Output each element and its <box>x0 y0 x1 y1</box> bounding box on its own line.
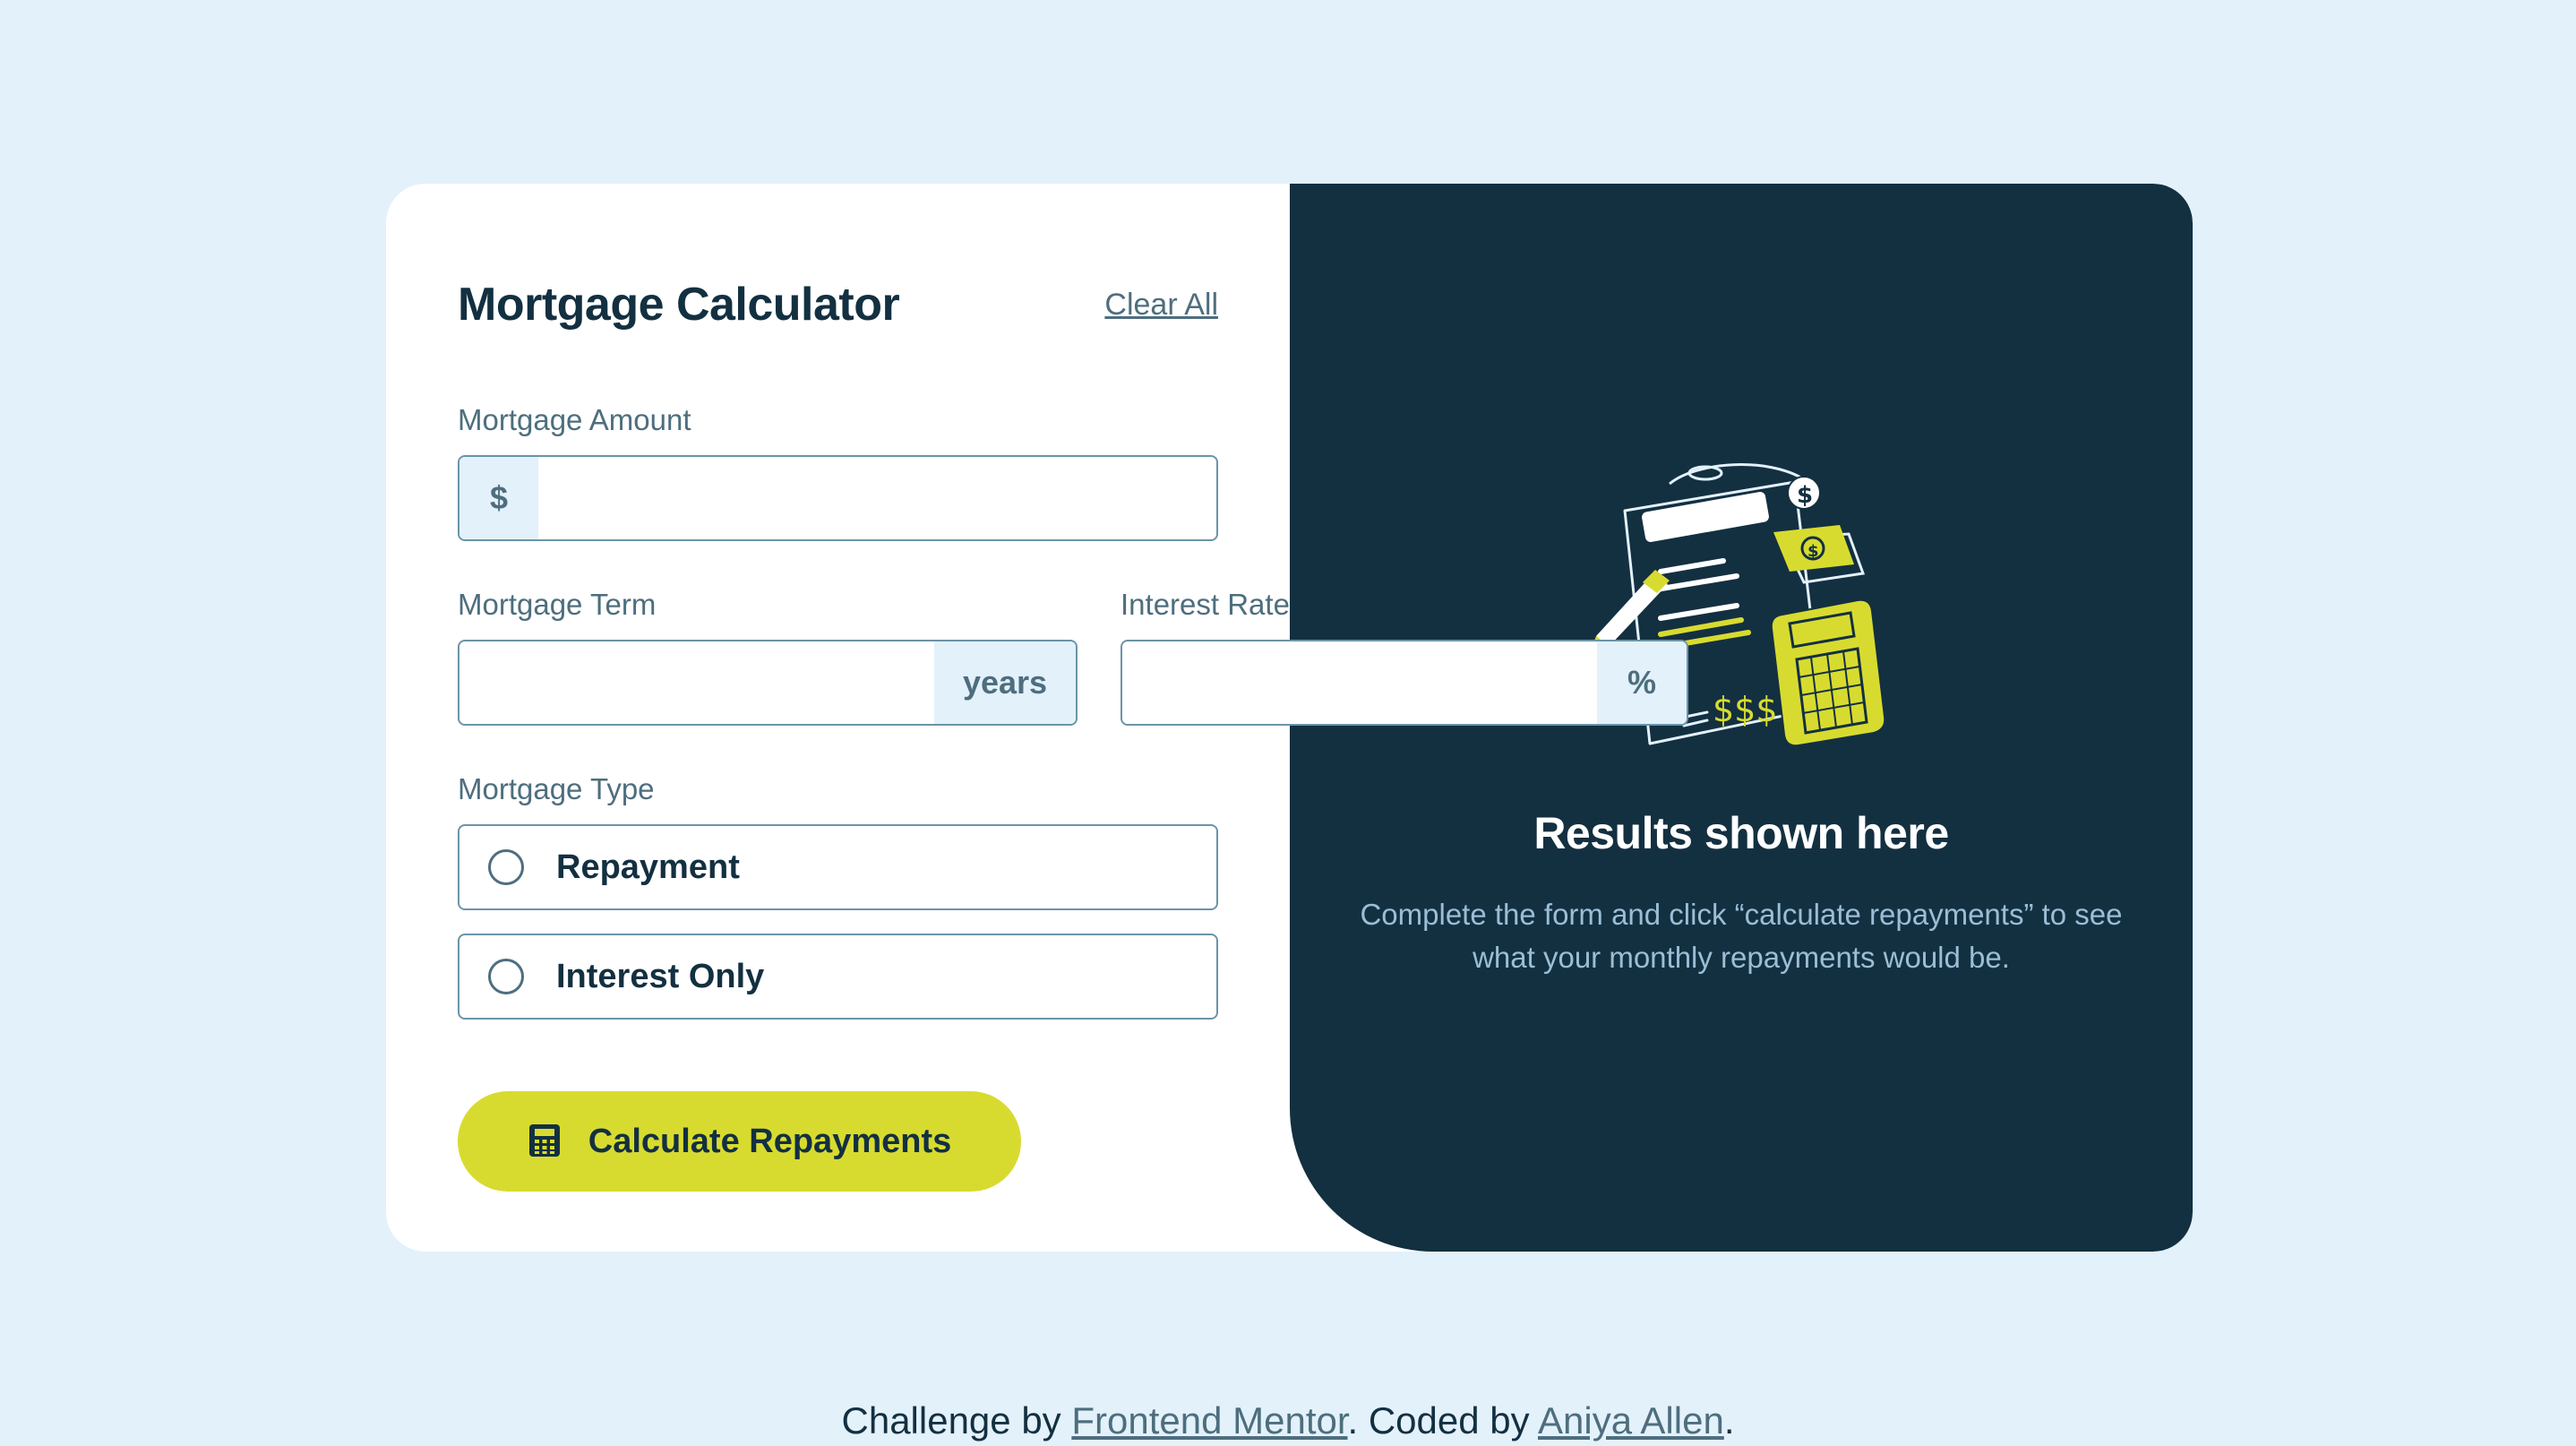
mortgage-amount-input-wrap: $ <box>458 455 1218 541</box>
radio-option-interest-only[interactable]: Interest Only <box>458 934 1218 1020</box>
mortgage-term-input[interactable] <box>459 641 934 724</box>
svg-text:$: $ <box>1807 542 1819 561</box>
mortgage-term-label: Mortgage Term <box>458 588 657 621</box>
results-description: Complete the form and click “calculate r… <box>1360 898 2123 974</box>
footer-prefix: Challenge by <box>841 1399 1072 1442</box>
author-link[interactable]: Aniya Allen <box>1538 1399 1724 1442</box>
page-title: Mortgage Calculator <box>458 279 900 331</box>
frontend-mentor-link[interactable]: Frontend Mentor <box>1071 1399 1347 1442</box>
footer-suffix: . <box>1723 1399 1735 1442</box>
calculate-button-label: Calculate Repayments <box>588 1122 952 1160</box>
results-title: Results shown here <box>1533 808 1949 858</box>
calculator-card: Mortgage Calculator Clear All Mortgage A… <box>386 184 2193 1252</box>
interest-rate-label: Interest Rate <box>1121 588 1290 621</box>
mortgage-term-input-wrap: years <box>458 640 1078 726</box>
calculator-icon <box>528 1123 562 1161</box>
interest-rate-input[interactable] <box>1122 641 1597 724</box>
mortgage-amount-label: Mortgage Amount <box>458 403 691 436</box>
mortgage-amount-input[interactable] <box>538 457 1216 539</box>
radio-circle-icon[interactable] <box>488 959 524 994</box>
radio-label-interest-only: Interest Only <box>556 957 765 995</box>
clear-all-link[interactable]: Clear All <box>1104 288 1218 323</box>
interest-rate-input-wrap: % <box>1121 640 1688 726</box>
form-header: Mortgage Calculator Clear All <box>458 255 1218 354</box>
years-suffix: years <box>934 641 1076 724</box>
radio-circle-icon[interactable] <box>488 849 524 885</box>
term-rate-row: Mortgage Term years Interest Rate % <box>458 588 1688 726</box>
mortgage-type-field: Mortgage Type Repayment Interest Only <box>458 772 1218 1020</box>
attribution-footer: Challenge by Frontend Mentor. Coded by A… <box>0 1399 2576 1442</box>
radio-option-repayment[interactable]: Repayment <box>458 824 1218 910</box>
calculate-repayments-button[interactable]: Calculate Repayments <box>458 1091 1021 1192</box>
radio-label-repayment: Repayment <box>556 848 740 886</box>
dollar-prefix: $ <box>459 457 538 539</box>
svg-text:$: $ <box>1797 482 1813 509</box>
mortgage-type-label: Mortgage Type <box>458 772 655 805</box>
footer-middle: . Coded by <box>1347 1399 1538 1442</box>
percent-suffix: % <box>1597 641 1687 724</box>
calculator-form: Mortgage Calculator Clear All Mortgage A… <box>386 184 1688 1252</box>
mortgage-amount-field: Mortgage Amount $ <box>458 403 1218 541</box>
svg-text:$$$: $$$ <box>1713 690 1778 729</box>
mortgage-term-field: Mortgage Term years <box>458 588 1078 726</box>
interest-rate-field: Interest Rate % <box>1121 588 1688 726</box>
